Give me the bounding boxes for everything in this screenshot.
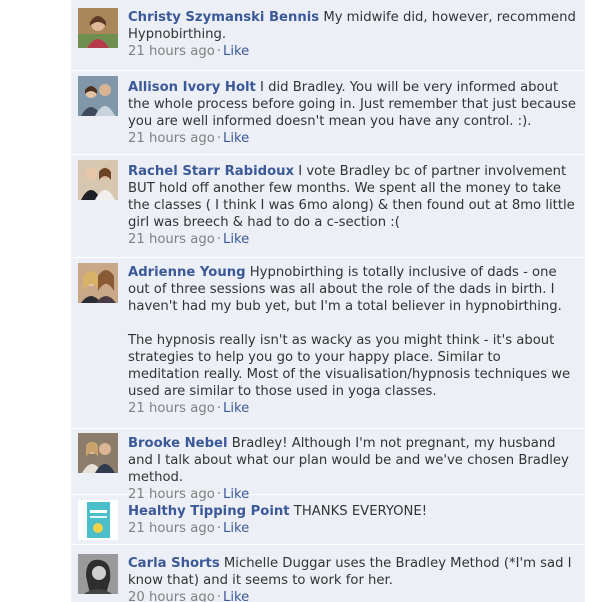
separator-dot: · bbox=[216, 232, 221, 247]
comment-meta: 21 hours ago · Like bbox=[128, 43, 576, 60]
comment-thread: Christy Szymanski Bennis My midwife did,… bbox=[71, 0, 585, 602]
profile-photo-couple-icon[interactable] bbox=[78, 160, 118, 200]
comment-author-link[interactable]: Rachel Starr Rabidoux bbox=[128, 164, 294, 179]
comment-body: Allison Ivory Holt I did Bradley. You wi… bbox=[128, 79, 576, 147]
comment-timestamp[interactable]: 21 hours ago bbox=[128, 401, 215, 416]
profile-photo-woman-icon[interactable] bbox=[78, 8, 118, 48]
profile-photo-couple-icon[interactable] bbox=[78, 76, 118, 116]
comment-text: Hypnobirthing is totally inclusive of da… bbox=[128, 265, 571, 399]
comment-author-link[interactable]: Healthy Tipping Point bbox=[128, 504, 290, 519]
separator-dot: · bbox=[216, 590, 221, 602]
comment-timestamp[interactable]: 20 hours ago bbox=[128, 590, 215, 602]
like-link[interactable]: Like bbox=[223, 401, 249, 416]
comment-timestamp[interactable]: 21 hours ago bbox=[128, 131, 215, 146]
like-link[interactable]: Like bbox=[223, 232, 249, 247]
comment-meta: 21 hours ago · Like bbox=[128, 231, 576, 248]
comment-timestamp[interactable]: 21 hours ago bbox=[128, 521, 215, 536]
comment-timestamp[interactable]: 21 hours ago bbox=[128, 232, 215, 247]
like-link[interactable]: Like bbox=[223, 590, 249, 602]
comment-author-link[interactable]: Carla Shorts bbox=[128, 556, 220, 571]
comment-body: Carla Shorts Michelle Duggar uses the Br… bbox=[128, 555, 576, 602]
separator-dot: · bbox=[216, 401, 221, 416]
comment-body: Healthy Tipping Point THANKS EVERYONE! 2… bbox=[128, 503, 576, 537]
comment-author-link[interactable]: Christy Szymanski Bennis bbox=[128, 10, 319, 25]
comment-body: Brooke Nebel Bradley! Although I'm not p… bbox=[128, 435, 576, 503]
comment-meta: 21 hours ago · Like bbox=[128, 400, 576, 417]
like-link[interactable]: Like bbox=[223, 521, 249, 536]
comment-item: Allison Ivory Holt I did Bradley. You wi… bbox=[71, 71, 585, 155]
comment-item: Adrienne Young Hypnobirthing is totally … bbox=[71, 258, 585, 429]
comment-body: Rachel Starr Rabidoux I vote Bradley bc … bbox=[128, 163, 576, 248]
comment-item: Carla Shorts Michelle Duggar uses the Br… bbox=[71, 545, 585, 602]
comment-author-link[interactable]: Adrienne Young bbox=[128, 265, 246, 280]
comment-author-link[interactable]: Allison Ivory Holt bbox=[128, 80, 256, 95]
comment-meta: 21 hours ago · Like bbox=[128, 130, 576, 147]
comment-meta: 20 hours ago · Like bbox=[128, 589, 576, 602]
comment-body: Adrienne Young Hypnobirthing is totally … bbox=[128, 264, 576, 417]
comment-item: Healthy Tipping Point THANKS EVERYONE! 2… bbox=[71, 495, 585, 545]
profile-photo-woman-bw-icon[interactable] bbox=[78, 554, 118, 594]
profile-photo-two-women-icon[interactable] bbox=[78, 263, 118, 303]
comment-item: Brooke Nebel Bradley! Although I'm not p… bbox=[71, 429, 585, 502]
separator-dot: · bbox=[216, 521, 221, 536]
comment-item: Rachel Starr Rabidoux I vote Bradley bc … bbox=[71, 155, 585, 258]
comment-text: THANKS EVERYONE! bbox=[293, 504, 428, 519]
comment-timestamp[interactable]: 21 hours ago bbox=[128, 44, 215, 59]
comment-author-link[interactable]: Brooke Nebel bbox=[128, 436, 228, 451]
like-link[interactable]: Like bbox=[223, 44, 249, 59]
separator-dot: · bbox=[216, 44, 221, 59]
like-link[interactable]: Like bbox=[223, 131, 249, 146]
page-logo-book-icon[interactable] bbox=[78, 500, 118, 540]
comment-body: Christy Szymanski Bennis My midwife did,… bbox=[128, 9, 576, 60]
comment-meta: 21 hours ago · Like bbox=[128, 520, 576, 537]
profile-photo-couple-icon[interactable] bbox=[78, 433, 118, 473]
separator-dot: · bbox=[216, 131, 221, 146]
comment-item: Christy Szymanski Bennis My midwife did,… bbox=[71, 0, 585, 71]
